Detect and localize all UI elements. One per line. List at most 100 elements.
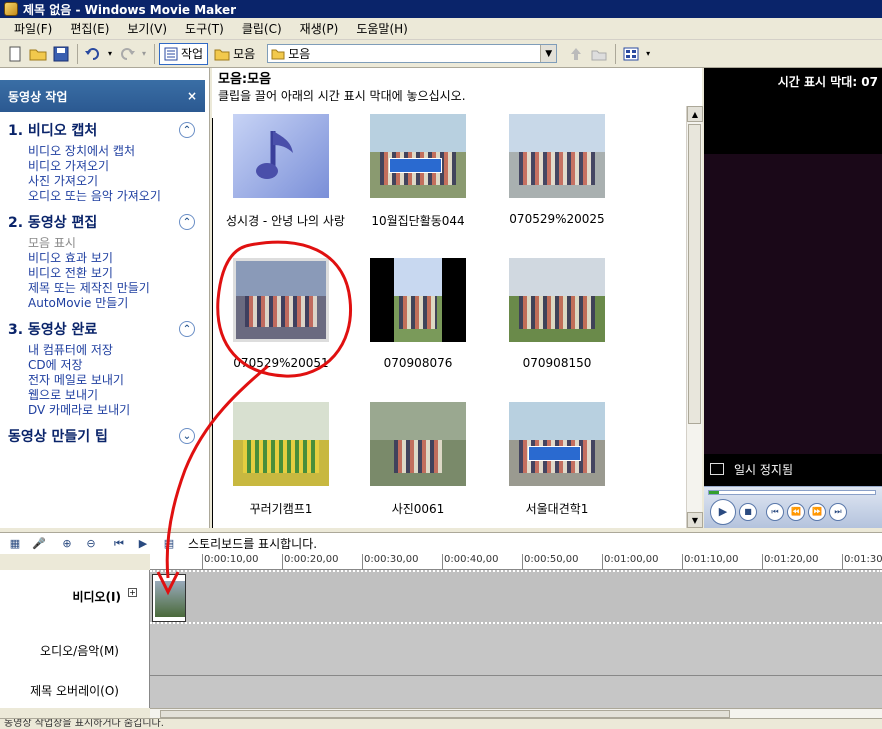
task-link-send-web[interactable]: 웹으로 보내기 — [28, 388, 209, 403]
section-title[interactable]: 동영상 만들기 팁 — [8, 426, 108, 446]
seek-bar[interactable] — [708, 490, 876, 495]
play-timeline-icon[interactable]: ▶ — [134, 535, 152, 553]
rewind-icon[interactable]: ⏪ — [787, 502, 805, 521]
task-link-import-audio[interactable]: 오디오 또는 음악 가져오기 — [28, 189, 209, 204]
clip-item[interactable]: 070908076 — [363, 258, 473, 370]
split-clip-icon[interactable] — [710, 463, 724, 475]
timeline-ruler[interactable]: 0:00:10,00 0:00:20,00 0:00:30,00 0:00:40… — [150, 554, 882, 570]
movie-tasks-title: 동영상 작업 — [8, 89, 68, 104]
collection-vertical-scrollbar[interactable]: ▲ ▼ — [686, 106, 703, 528]
movie-tasks-header: 동영상 작업 × — [0, 80, 205, 112]
video-track[interactable] — [150, 570, 882, 624]
collection-dropdown[interactable]: 모음 ▼ — [267, 44, 558, 63]
scrollbar-thumb[interactable] — [160, 710, 730, 718]
title-overlay-track[interactable] — [150, 677, 882, 708]
task-link-save-to-computer[interactable]: 내 컴퓨터에 저장 — [28, 343, 209, 358]
task-link-import-video[interactable]: 비디오 가져오기 — [28, 159, 209, 174]
toolbar-separator — [154, 43, 155, 64]
title-bar: 제목 없음 - Windows Movie Maker — [0, 0, 882, 18]
save-project-button[interactable] — [50, 43, 72, 65]
section-title[interactable]: 1. 비디오 캡처 — [8, 120, 97, 140]
photo-thumbnail — [233, 402, 329, 486]
collections-toggle-button[interactable]: 모음 — [210, 43, 259, 65]
menu-play[interactable]: 재생(P) — [292, 20, 349, 37]
timeline-horizontal-scrollbar[interactable] — [150, 708, 882, 718]
clip-item[interactable]: 070529%20025 — [502, 114, 612, 226]
section-title[interactable]: 3. 동영상 완료 — [8, 319, 97, 339]
scrollbar-thumb[interactable] — [688, 124, 701, 424]
task-link-make-titles[interactable]: 제목 또는 제작진 만들기 — [28, 281, 209, 296]
storyboard-film-icon[interactable]: ▤ — [160, 535, 178, 553]
task-link-view-transitions[interactable]: 비디오 전환 보기 — [28, 266, 209, 281]
audio-track[interactable] — [150, 626, 882, 676]
redo-dropdown[interactable]: ▾ — [139, 43, 149, 65]
tasks-toggle-label: 작업 — [181, 47, 204, 61]
task-link-capture-from-device[interactable]: 비디오 장치에서 캡처 — [28, 144, 209, 159]
music-note-icon — [233, 114, 329, 198]
close-icon[interactable]: × — [187, 89, 197, 103]
expand-down-icon[interactable]: ⌄ — [179, 428, 195, 444]
scroll-up-arrow-icon[interactable]: ▲ — [687, 106, 703, 122]
task-link-send-email[interactable]: 전자 메일로 보내기 — [28, 373, 209, 388]
stop-icon[interactable]: ■ — [739, 502, 757, 521]
undo-button[interactable] — [82, 43, 104, 65]
task-link-send-dv-camera[interactable]: DV 카메라로 보내기 — [28, 403, 209, 418]
clip-item[interactable]: 10월집단활동044 — [363, 114, 473, 229]
ruler-tick: 0:00:50,00 — [522, 554, 579, 569]
menu-clip[interactable]: 클립(C) — [234, 20, 292, 37]
timeline-clip[interactable] — [152, 574, 186, 622]
menu-view[interactable]: 보기(V) — [119, 20, 177, 37]
collapse-up-icon[interactable]: ⌃ — [179, 122, 195, 138]
collapse-up-icon[interactable]: ⌃ — [179, 214, 195, 230]
menu-help[interactable]: 도움말(H) — [348, 20, 418, 37]
previous-frame-icon[interactable]: ⏮ — [766, 502, 784, 521]
task-link-import-pictures[interactable]: 사진 가져오기 — [28, 174, 209, 189]
new-collection-button[interactable] — [588, 43, 610, 65]
task-section-edit: 2. 동영상 편집 ⌃ 모음 표시 비디오 효과 보기 비디오 전환 보기 제목… — [0, 212, 209, 311]
clip-caption: 꾸러기캠프1 — [249, 502, 313, 516]
clip-item[interactable]: 꾸러기캠프1 — [226, 402, 336, 517]
task-link-view-effects[interactable]: 비디오 효과 보기 — [28, 251, 209, 266]
ruler-tick: 0:00:10,00 — [202, 554, 259, 569]
section-title[interactable]: 2. 동영상 편집 — [8, 212, 97, 232]
clip-caption: 070908150 — [522, 356, 592, 370]
redo-button[interactable] — [116, 43, 138, 65]
fast-forward-icon[interactable]: ⏩ — [808, 502, 826, 521]
clip-item[interactable]: 서울대견학1 — [502, 402, 612, 517]
open-project-button[interactable] — [27, 43, 49, 65]
task-link-save-to-cd[interactable]: CD에 저장 — [28, 358, 209, 373]
new-project-button[interactable] — [4, 43, 26, 65]
views-dropdown[interactable]: ▾ — [643, 43, 653, 65]
views-button[interactable] — [620, 43, 642, 65]
preview-monitor: 시간 표시 막대: 07 일시 정지됨 ▶ ■ ⏮ ⏪ ⏩ ⏭ — [704, 68, 882, 528]
scroll-down-arrow-icon[interactable]: ▼ — [687, 512, 703, 528]
zoom-in-icon[interactable]: ⊕ — [58, 535, 76, 553]
next-frame-icon[interactable]: ⏭ — [829, 502, 847, 521]
chevron-down-icon[interactable]: ▼ — [540, 45, 557, 62]
menu-tools[interactable]: 도구(T) — [177, 20, 234, 37]
clip-item[interactable]: 070529%20051 — [226, 258, 336, 370]
task-link-automovie[interactable]: AutoMovie 만들기 — [28, 296, 209, 311]
task-section-capture: 1. 비디오 캡처 ⌃ 비디오 장치에서 캡처 비디오 가져오기 사진 가져오기… — [0, 120, 209, 204]
collection-divider — [212, 118, 213, 528]
collapse-up-icon[interactable]: ⌃ — [179, 321, 195, 337]
clip-caption: 성시경 - 안녕 나의 사랑 — [226, 214, 345, 228]
menu-file[interactable]: 파일(F) — [6, 20, 62, 37]
clip-item[interactable]: 070908150 — [502, 258, 612, 370]
clip-item[interactable]: 성시경 - 안녕 나의 사랑 — [226, 114, 345, 229]
rewind-timeline-icon[interactable]: ⏮ — [110, 535, 128, 553]
zoom-out-icon[interactable]: ⊖ — [82, 535, 100, 553]
expand-track-icon[interactable]: + — [128, 588, 137, 597]
ruler-tick: 0:01:00,00 — [602, 554, 659, 569]
show-storyboard-button[interactable]: 스토리보드를 표시합니다. — [188, 535, 317, 552]
set-audio-levels-icon[interactable]: ▦ — [6, 535, 24, 553]
task-section-tips: 동영상 만들기 팁 ⌄ — [0, 426, 209, 446]
clip-item[interactable]: 사진0061 — [363, 402, 473, 517]
tasks-toggle-button[interactable]: 작업 — [159, 42, 209, 65]
narrate-microphone-icon[interactable]: 🎤 — [30, 535, 48, 553]
play-icon[interactable]: ▶ — [710, 498, 736, 525]
playback-status-text: 일시 정지됨 — [734, 462, 794, 477]
menu-edit[interactable]: 편집(E) — [62, 20, 119, 37]
up-level-button[interactable] — [565, 43, 587, 65]
undo-dropdown[interactable]: ▾ — [105, 43, 115, 65]
